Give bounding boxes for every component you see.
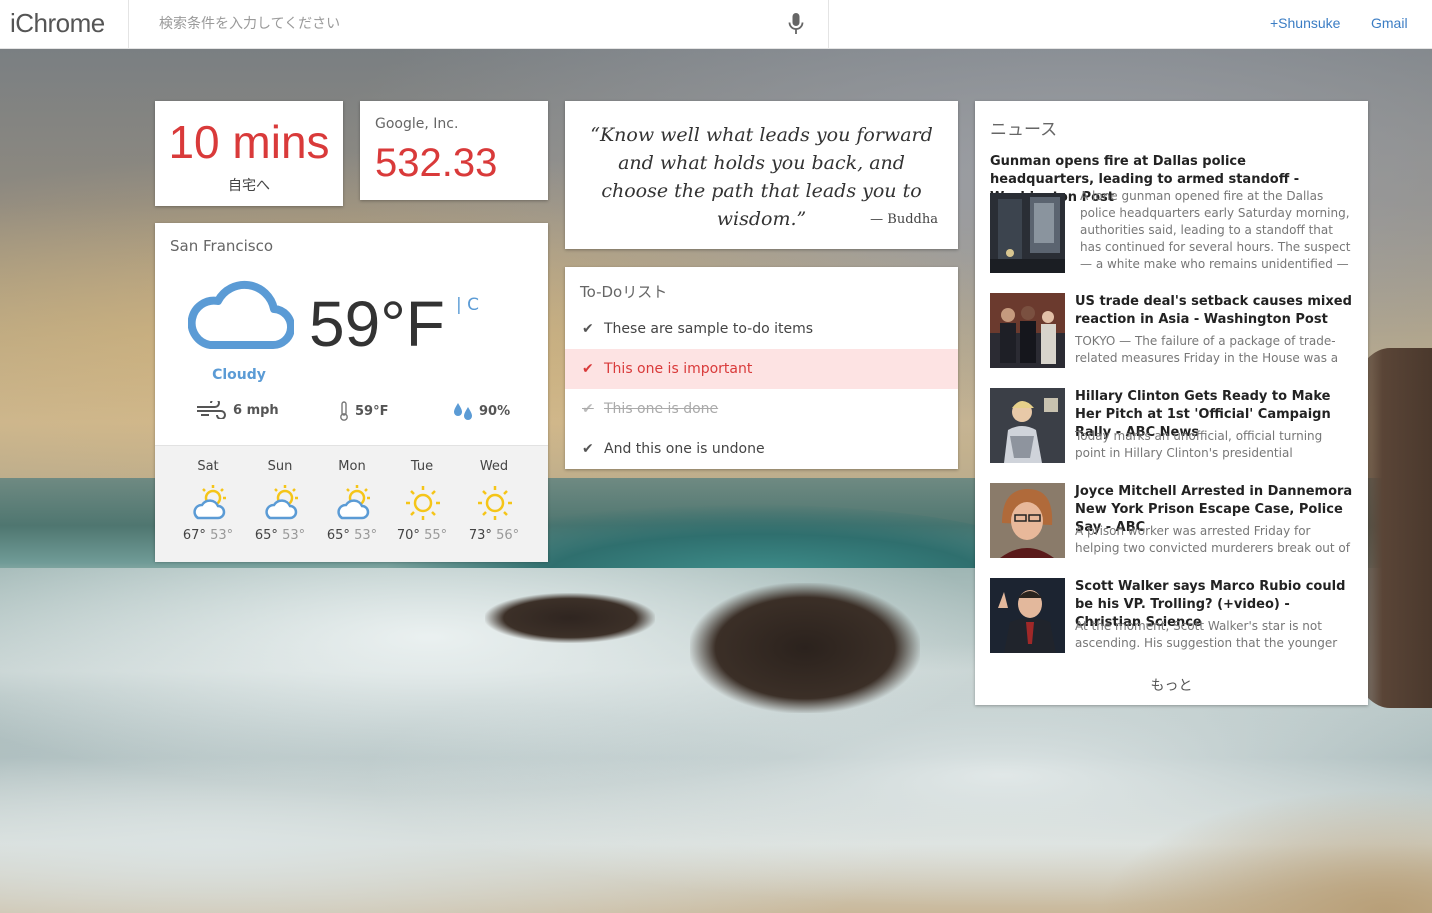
news-thumbnail[interactable]	[990, 293, 1065, 373]
forecast-high: 65°	[326, 528, 350, 543]
partly-cloudy-icon	[265, 485, 298, 520]
commute-card: 10 mins 自宅へ	[155, 101, 343, 206]
divider	[828, 0, 829, 48]
todo-title: To-Doリスト	[580, 283, 668, 301]
forecast-high: 67°	[182, 528, 206, 543]
news-headline[interactable]: US trade deal's setback causes mixed rea…	[1075, 293, 1353, 329]
forecast-low: 56°	[496, 528, 520, 543]
search-input[interactable]	[129, 0, 827, 48]
news-summary: TOKYO — The failure of a package of trad…	[1075, 334, 1339, 365]
forecast-high: 73°	[468, 528, 492, 543]
todo-list: ✔ These are sample to-do items ✔ This on…	[565, 309, 958, 469]
microphone-icon[interactable]	[787, 12, 805, 36]
news-summary: A lone gunman opened fire at the Dallas …	[1080, 189, 1351, 271]
humidity-stat: 90%	[453, 401, 510, 421]
todo-item-text: And this one is undone	[604, 441, 765, 457]
forecast-temps: 65° 53°	[316, 528, 388, 543]
todo-item[interactable]: ✔ These are sample to-do items	[565, 309, 958, 349]
current-temperature: 59°F	[309, 288, 445, 360]
feels-like-stat: 59°F	[339, 401, 388, 421]
commute-time: 10 mins	[168, 116, 330, 168]
forecast-day-name: Tue	[410, 459, 434, 474]
forecast-day-name: Wed	[479, 459, 509, 474]
unit-toggle[interactable]: | C	[456, 295, 479, 315]
todo-item-important[interactable]: ✔ This one is important	[565, 349, 958, 389]
humidity-value: 90%	[479, 403, 511, 419]
weather-card: San Francisco Cloudy 59°F | C 6 mph 59°F…	[155, 223, 548, 562]
stock-card: Google, Inc. 532.33	[360, 101, 548, 200]
todo-item-text: This one is done	[604, 401, 719, 417]
news-summary: At the moment, Scott Walker's star is no…	[1075, 619, 1338, 650]
news-card: ニュース Gunman opens fire at Dallas police …	[975, 101, 1368, 705]
gmail-link[interactable]: Gmail	[1371, 15, 1408, 31]
todo-item-text: This one is important	[604, 361, 753, 377]
checkmark-icon[interactable]: ✔	[582, 321, 596, 337]
thermometer-icon	[340, 401, 348, 421]
cloud-icon	[187, 275, 296, 351]
checkmark-icon[interactable]: ✔	[582, 441, 596, 457]
partly-cloudy-icon	[337, 485, 370, 520]
forecast-strip: Sat 67° 53° Sun 65° 53° Mon 65° 53° Tue …	[155, 445, 548, 562]
forecast-day-name: Sat	[197, 459, 219, 474]
forecast-temps: 70° 55°	[386, 528, 458, 543]
forecast-day-name: Sun	[267, 459, 293, 474]
forecast-low: 53°	[282, 528, 306, 543]
todo-item-text: These are sample to-do items	[604, 321, 814, 337]
news-summary: Today marks an unofficial, official turn…	[1075, 429, 1323, 460]
top-bar: iChrome +Shunsuke Gmail	[0, 0, 1432, 49]
checkmark-icon[interactable]: ✔	[582, 401, 596, 417]
background-sand	[1050, 768, 1432, 913]
forecast-low: 53°	[210, 528, 234, 543]
forecast-high: 70°	[396, 528, 420, 543]
forecast-low: 55°	[424, 528, 448, 543]
quote-author: — Buddha	[870, 212, 938, 227]
feels-like-temperature: 59°F	[355, 403, 389, 419]
user-profile-link[interactable]: +Shunsuke	[1270, 15, 1340, 31]
wind-icon	[197, 401, 226, 419]
commute-destination: 自宅へ	[228, 178, 270, 194]
quote-card: “Know well what leads you forward and wh…	[565, 101, 958, 249]
forecast-temps: 65° 53°	[244, 528, 316, 543]
todo-item[interactable]: ✔ And this one is undone	[565, 429, 958, 469]
wind-stat: 6 mph	[195, 401, 279, 419]
news-item[interactable]: Scott Walker says Marco Rubio could be h…	[990, 578, 1353, 658]
more-news-link[interactable]: もっと	[975, 675, 1368, 695]
forecast-temps: 67° 53°	[172, 528, 244, 543]
weather-city: San Francisco	[170, 237, 274, 255]
news-item[interactable]: US trade deal's setback causes mixed rea…	[990, 293, 1353, 373]
news-thumbnail[interactable]	[990, 193, 1065, 273]
forecast-high: 65°	[254, 528, 278, 543]
checkmark-icon[interactable]: ✔	[582, 361, 596, 377]
news-item[interactable]: Joyce Mitchell Arrested in Dannemora New…	[990, 483, 1353, 563]
news-item[interactable]: Hillary Clinton Gets Ready to Make Her P…	[990, 388, 1353, 468]
wind-speed: 6 mph	[233, 402, 279, 418]
humidity-drops-icon	[454, 403, 472, 420]
stock-company: Google, Inc.	[375, 116, 459, 132]
news-thumbnail[interactable]	[990, 388, 1065, 468]
todo-item-done[interactable]: ✔ This one is done	[565, 389, 958, 429]
news-thumbnail[interactable]	[990, 578, 1065, 658]
background-rock	[690, 583, 920, 713]
partly-cloudy-icon	[193, 485, 226, 520]
weather-condition: Cloudy	[212, 367, 266, 383]
background-rock	[485, 593, 655, 643]
news-thumbnail[interactable]	[990, 483, 1065, 563]
forecast-low: 53°	[354, 528, 378, 543]
news-item[interactable]: Gunman opens fire at Dallas police headq…	[990, 153, 1353, 275]
todo-card: To-Doリスト ✔ These are sample to-do items …	[565, 267, 958, 469]
app-logo: iChrome	[10, 8, 105, 38]
stock-price: 532.33	[375, 141, 498, 185]
forecast-day-name: Mon	[338, 459, 366, 474]
news-summary: A prison worker was arrested Friday for …	[1075, 524, 1350, 555]
sun-icon	[478, 486, 512, 520]
news-title: ニュース	[990, 120, 1058, 140]
forecast-temps: 73° 56°	[458, 528, 530, 543]
sun-icon	[406, 486, 440, 520]
